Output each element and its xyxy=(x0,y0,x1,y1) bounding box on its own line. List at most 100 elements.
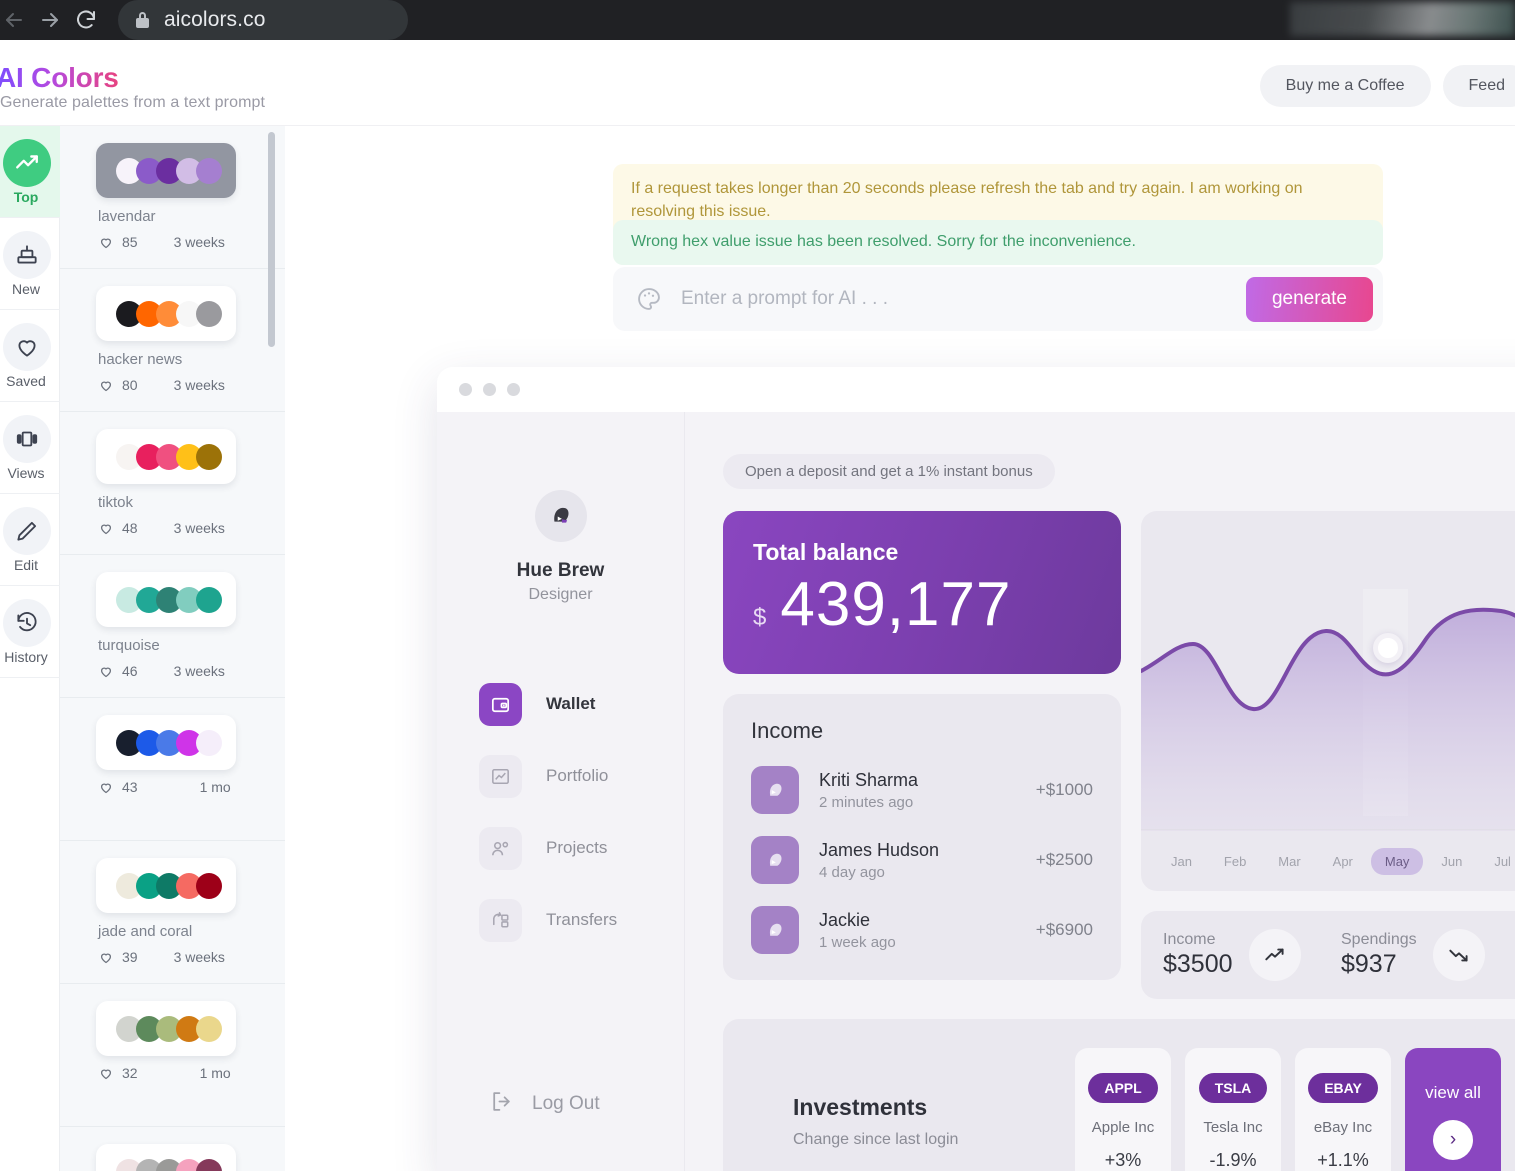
palette-name: hacker news xyxy=(98,351,285,368)
heart-icon[interactable] xyxy=(98,664,114,679)
dashboard-nav-projects[interactable]: Projects xyxy=(479,826,684,870)
palette-swatch-card[interactable] xyxy=(96,858,236,913)
view-all-label: view all xyxy=(1425,1083,1481,1103)
palette-meta: 853 weeks xyxy=(98,234,285,250)
palette-list-item[interactable]: hacker news803 weeks xyxy=(60,269,285,412)
portfolio-icon xyxy=(479,755,522,798)
palette-swatches xyxy=(116,1016,216,1042)
success-banner: Wrong hex value issue has been resolved.… xyxy=(613,220,1383,265)
reload-icon[interactable] xyxy=(68,2,104,38)
palette-list[interactable]: lavendar853 weekshacker news803 weekstik… xyxy=(60,126,285,1171)
sidebar-item-views[interactable]: Views xyxy=(0,402,60,494)
palette-swatches xyxy=(116,730,216,756)
stock-ticker: TSLA xyxy=(1199,1073,1268,1103)
palette-swatches xyxy=(116,873,216,899)
palette-list-item[interactable]: tiktok483 weeks xyxy=(60,412,285,555)
transaction-row[interactable]: Kriti Sharma2 minutes ago+$1000 xyxy=(751,766,1093,814)
sidebar-item-history[interactable]: History xyxy=(0,586,60,678)
palette-list-item[interactable]: 321 mo xyxy=(60,984,285,1127)
sidebar-label-history: History xyxy=(4,649,48,665)
palette-name: turquoise xyxy=(98,637,285,654)
prompt-input[interactable] xyxy=(681,288,1246,310)
palette-swatch-card[interactable] xyxy=(96,715,236,770)
view-all-button[interactable]: view all › xyxy=(1405,1048,1501,1171)
heart-icon[interactable] xyxy=(98,780,114,795)
chart-x-tick[interactable]: Mar xyxy=(1264,848,1314,875)
palette-swatches xyxy=(116,301,216,327)
logout-label: Log Out xyxy=(532,1093,600,1115)
transaction-name: Kriti Sharma xyxy=(819,770,1036,791)
palette-swatch-card[interactable] xyxy=(96,1001,236,1056)
heart-icon[interactable] xyxy=(98,378,114,393)
palette-swatch-card[interactable] xyxy=(96,286,236,341)
balance-title: Total balance xyxy=(753,539,1121,566)
dashboard-nav-transfers[interactable]: Transfers xyxy=(479,898,684,942)
palette-swatches xyxy=(116,1159,216,1171)
palette-list-item[interactable] xyxy=(60,1127,285,1171)
sidebar-label-new: New xyxy=(12,281,40,297)
transaction-row[interactable]: Jackie1 week ago+$6900 xyxy=(751,906,1093,954)
chevron-right-icon: › xyxy=(1433,1120,1473,1160)
palette-swatch-card[interactable] xyxy=(96,429,236,484)
stat-income: Income $3500 xyxy=(1163,929,1341,981)
dashboard-right-column: JanFebMarAprMayJunJul Income $3500 xyxy=(1141,511,1515,999)
sidebar-label-views: Views xyxy=(7,465,44,481)
palette-list-item[interactable]: lavendar853 weeks xyxy=(60,126,285,269)
chart-x-tick[interactable]: Apr xyxy=(1319,848,1367,875)
views-icon xyxy=(3,415,51,463)
deposit-banner[interactable]: Open a deposit and get a 1% instant bonu… xyxy=(723,454,1055,489)
palette-list-item[interactable]: 431 mo xyxy=(60,698,285,841)
palette-like-count: 85 xyxy=(122,234,138,250)
generate-button[interactable]: generate xyxy=(1246,277,1373,322)
palette-list-item[interactable]: turquoise463 weeks xyxy=(60,555,285,698)
dashboard-nav-wallet[interactable]: Wallet xyxy=(479,682,684,726)
palette-like-count: 80 xyxy=(122,377,138,393)
palette-like-count: 48 xyxy=(122,520,138,536)
chart-x-tick[interactable]: Jul xyxy=(1480,848,1515,875)
back-icon[interactable] xyxy=(0,2,32,38)
feedback-button[interactable]: Feed xyxy=(1443,65,1515,107)
stock-change: +3% xyxy=(1105,1150,1142,1171)
dashboard-nav-portfolio[interactable]: Portfolio xyxy=(479,754,684,798)
buy-me-a-coffee-button[interactable]: Buy me a Coffee xyxy=(1260,65,1431,107)
transaction-row[interactable]: James Hudson4 day ago+$2500 xyxy=(751,836,1093,884)
chart-x-tick[interactable]: Jun xyxy=(1427,848,1476,875)
sidebar-item-new[interactable]: New xyxy=(0,218,60,310)
logout-button[interactable]: Log Out xyxy=(489,1089,600,1119)
stock-card[interactable]: TSLATesla Inc-1.9% xyxy=(1185,1048,1281,1171)
stat-value-income: $3500 xyxy=(1163,950,1233,979)
chart-active-point[interactable] xyxy=(1373,633,1403,663)
forward-icon[interactable] xyxy=(32,2,68,38)
palette-scrollbar-track[interactable] xyxy=(273,126,280,1171)
sidebar-item-saved[interactable]: Saved xyxy=(0,310,60,402)
heart-icon[interactable] xyxy=(98,521,114,536)
sidebar-item-edit[interactable]: Edit xyxy=(0,494,60,586)
header-actions: Buy me a Coffee Feed xyxy=(1260,65,1515,107)
palette-swatch-dot xyxy=(196,444,222,470)
chart-x-tick[interactable]: Jan xyxy=(1157,848,1206,875)
palette-swatch-card[interactable] xyxy=(96,1144,236,1171)
profile-role: Designer xyxy=(437,586,684,604)
heart-icon[interactable] xyxy=(98,235,114,250)
dashboard-mockup: Hue Brew Designer Wallet xyxy=(437,367,1515,1171)
stock-card[interactable]: APPLApple Inc+3% xyxy=(1075,1048,1171,1171)
stock-name: Apple Inc xyxy=(1092,1119,1155,1136)
chart-x-axis: JanFebMarAprMayJunJul xyxy=(1141,829,1515,891)
transaction-time: 1 week ago xyxy=(819,934,1036,951)
palette-list-item[interactable]: jade and coral393 weeks xyxy=(60,841,285,984)
sidebar-item-top[interactable]: Top xyxy=(0,126,60,218)
palette-swatch-card[interactable] xyxy=(96,572,236,627)
stock-card[interactable]: EBAYeBay Inc+1.1% xyxy=(1295,1048,1391,1171)
dashboard-grid: Total balance $ 439,177 Income Kriti Sha… xyxy=(723,511,1515,999)
heart-icon[interactable] xyxy=(98,950,114,965)
sidebar-label-saved: Saved xyxy=(6,373,46,389)
chart-x-tick[interactable]: May xyxy=(1371,848,1424,875)
palette-name: jade and coral xyxy=(98,923,285,940)
palette-swatch-dot xyxy=(196,730,222,756)
address-bar[interactable]: aicolors.co xyxy=(118,0,408,40)
chart-x-tick[interactable]: Feb xyxy=(1210,848,1260,875)
heart-icon[interactable] xyxy=(98,1066,114,1081)
palette-age: 3 weeks xyxy=(174,520,225,536)
palette-scrollbar-thumb[interactable] xyxy=(268,132,275,347)
palette-swatch-card[interactable] xyxy=(96,143,236,198)
